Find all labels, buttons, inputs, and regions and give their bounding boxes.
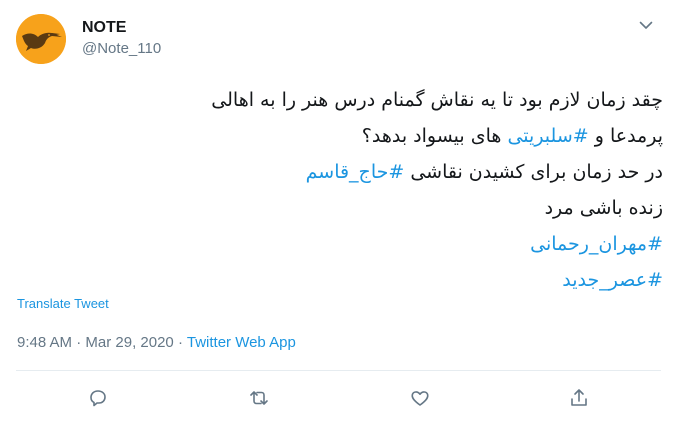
tweet-date[interactable]: Mar 29, 2020 <box>85 334 173 351</box>
tweet-card: NOTE @Note_110 چقد زمان لازم بود تا یه ن… <box>0 0 677 425</box>
retweet-icon <box>250 391 268 405</box>
tweet-text-segment: های بیسواد بدهد؟ <box>361 125 508 147</box>
tweet-text-line: چقد زمان لازم بود تا یه نقاش گمنام درس ه… <box>23 82 663 118</box>
tweet-text-segment: در حد زمان برای کشیدن نقاشی <box>404 161 663 183</box>
hashtag-link[interactable]: #عصر_جدید <box>562 269 663 291</box>
heart-icon <box>411 391 429 406</box>
share-button[interactable] <box>567 386 591 410</box>
tweet-text-segment: چقد زمان لازم بود تا یه نقاش گمنام درس ه… <box>211 89 663 111</box>
meta-separator: · <box>177 334 183 351</box>
like-button[interactable] <box>408 386 432 410</box>
reply-icon <box>90 390 106 407</box>
hashtag-link[interactable]: #حاج_قاسم <box>306 161 405 183</box>
display-name[interactable]: NOTE <box>82 18 161 38</box>
tweet-time[interactable]: 9:48 AM <box>17 334 72 351</box>
user-handle[interactable]: @Note_110 <box>82 38 161 60</box>
hashtag-link[interactable]: #مهران_رحمانی <box>530 233 663 255</box>
avatar[interactable] <box>16 14 66 64</box>
hashtag-link[interactable]: #سلبریتی <box>507 125 588 147</box>
tweet-text-line: #عصر_جدید <box>23 262 663 298</box>
action-bar <box>0 386 677 412</box>
tweet-text-segment: پرمدعا و <box>588 125 663 147</box>
tweet-text-line: زنده باشی مرد <box>23 190 663 226</box>
bird-silhouette-icon <box>16 14 66 64</box>
share-icon <box>571 389 587 406</box>
tweet-text-segment: زنده باشی مرد <box>544 197 663 219</box>
tweet-text-line: #مهران_رحمانی <box>23 226 663 262</box>
tweet-text-line: در حد زمان برای کشیدن نقاشی #حاج_قاسم <box>23 154 663 190</box>
more-options-caret[interactable] <box>637 16 655 34</box>
tweet-meta: 9:48 AM · Mar 29, 2020 · Twitter Web App <box>17 334 296 351</box>
author-block: NOTE @Note_110 <box>82 18 161 60</box>
reply-button[interactable] <box>86 386 110 410</box>
retweet-button[interactable] <box>247 386 271 410</box>
chevron-down-icon <box>639 21 653 29</box>
tweet-text: چقد زمان لازم بود تا یه نقاش گمنام درس ه… <box>23 82 663 298</box>
divider <box>16 370 661 371</box>
translate-tweet-link[interactable]: Translate Tweet <box>17 296 109 311</box>
tweet-source-link[interactable]: Twitter Web App <box>187 334 296 351</box>
meta-separator: · <box>76 334 82 351</box>
tweet-text-line: پرمدعا و #سلبریتی های بیسواد بدهد؟ <box>23 118 663 154</box>
